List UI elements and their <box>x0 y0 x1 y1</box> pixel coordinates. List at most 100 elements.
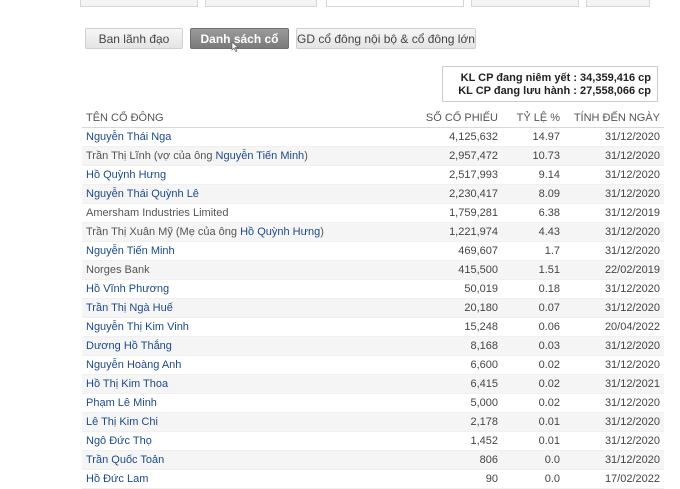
ownership-ratio: 0.18 <box>502 279 564 299</box>
ownership-ratio: 0.0 <box>502 469 564 489</box>
as-of-date: 31/12/2020 <box>564 241 664 261</box>
share-count: 2,230,417 <box>418 184 502 204</box>
ownership-ratio: 0.01 <box>502 412 564 432</box>
as-of-date: 31/12/2019 <box>564 203 664 223</box>
share-count: 2,517,993 <box>418 165 502 185</box>
table-row: Trần Quốc Toản 806 0.0 31/12/2020 <box>82 450 664 470</box>
as-of-date: 31/12/2020 <box>564 412 664 432</box>
share-count: 8,168 <box>418 336 502 356</box>
outstanding-shares-value: 27,558,066 cp <box>580 85 651 97</box>
as-of-date: 31/12/2020 <box>564 355 664 375</box>
as-of-date: 17/02/2022 <box>564 469 664 489</box>
share-count: 20,180 <box>418 298 502 318</box>
as-of-date: 31/12/2020 <box>564 336 664 356</box>
shareholders-table: TÊN CỔ ĐÔNG SỐ CỔ PHIẾU TỶ LỆ % TÍNH ĐẾN… <box>82 108 664 489</box>
share-count: 1,452 <box>418 431 502 451</box>
table-row: Hồ Đức Lam 90 0.0 17/02/2022 <box>82 469 664 489</box>
shareholder-name-link[interactable]: Hồ Quỳnh Hưng <box>86 169 166 181</box>
ownership-ratio: 6.38 <box>502 203 564 223</box>
top-tab-2[interactable] <box>205 0 317 7</box>
table-row: Dương Hồ Thắng 8,168 0.03 31/12/2020 <box>82 336 664 356</box>
table-row: Nguyễn Thị Kim Vinh 15,248 0.06 20/04/20… <box>82 317 664 337</box>
shareholder-name-link[interactable]: Trần Quốc Toản <box>86 454 164 466</box>
table-row: Trần Thị Xuân Mỹ (Mẹ của ông Hồ Quỳnh Hư… <box>82 222 664 242</box>
header-share-count: SỐ CỔ PHIẾU <box>418 108 502 128</box>
ownership-ratio: 1.7 <box>502 241 564 261</box>
top-tab-strip <box>80 0 680 8</box>
ownership-ratio: 0.01 <box>502 431 564 451</box>
table-row: Amersham Industries Limited 1,759,281 6.… <box>82 203 664 223</box>
as-of-date: 31/12/2020 <box>564 279 664 299</box>
header-as-of-date: TÍNH ĐẾN NGÀY <box>564 108 664 128</box>
as-of-date: 31/12/2020 <box>564 127 664 147</box>
share-count: 1,221,974 <box>418 222 502 242</box>
tab-gd-co-dong-noi-bo[interactable]: GD cổ đông nội bộ & cổ đông lớn <box>296 28 476 49</box>
share-summary-box: KL CP đang niêm yết : 34,359,416 cp KL C… <box>442 66 658 102</box>
as-of-date: 31/12/2020 <box>564 165 664 185</box>
ownership-ratio: 0.07 <box>502 298 564 318</box>
shareholder-name: Amersham Industries Limited <box>86 207 229 219</box>
as-of-date: 31/12/2020 <box>564 450 664 470</box>
related-person-link[interactable]: Nguyễn Tiến Minh <box>216 150 305 162</box>
shareholder-name-link[interactable]: Nguyễn Hoàng Anh <box>86 359 181 371</box>
shareholder-name-link[interactable]: Nguyễn Thái Nga <box>86 131 171 143</box>
listed-shares-value: 34,359,416 cp <box>580 72 651 84</box>
shareholder-name-link[interactable]: Dương Hồ Thắng <box>86 340 172 352</box>
top-tab-active[interactable] <box>326 0 464 7</box>
table-row: Hồ Vĩnh Phương 50,019 0.18 31/12/2020 <box>82 279 664 299</box>
share-count: 1,759,281 <box>418 203 502 223</box>
share-count: 6,600 <box>418 355 502 375</box>
as-of-date: 31/12/2020 <box>564 222 664 242</box>
share-count: 15,248 <box>418 317 502 337</box>
table-row: Ngô Đức Thọ 1,452 0.01 31/12/2020 <box>82 431 664 451</box>
shareholder-name-link[interactable]: Hồ Thị Kim Thoa <box>86 378 168 390</box>
share-count: 469,607 <box>418 241 502 261</box>
shareholder-name-link[interactable]: Nguyễn Thị Kim Vinh <box>86 321 189 333</box>
related-person-link[interactable]: Hồ Quỳnh Hưng <box>240 226 320 238</box>
share-count: 2,957,472 <box>418 146 502 166</box>
table-row: Nguyễn Tiến Minh 469,607 1.7 31/12/2020 <box>82 241 664 261</box>
table-row: Nguyễn Hoàng Anh 6,600 0.02 31/12/2020 <box>82 355 664 375</box>
ownership-ratio: 4.43 <box>502 222 564 242</box>
as-of-date: 22/02/2019 <box>564 260 664 280</box>
share-count: 2,178 <box>418 412 502 432</box>
shareholder-name-link[interactable]: Hồ Đức Lam <box>86 473 148 485</box>
share-count: 5,000 <box>418 393 502 413</box>
ownership-ratio: 0.02 <box>502 393 564 413</box>
outstanding-shares-label: KL CP đang lưu hành : <box>458 85 577 97</box>
tab-ban-lanh-dao[interactable]: Ban lãnh đạo <box>85 28 183 49</box>
shareholder-name-link[interactable]: Hồ Vĩnh Phương <box>86 283 169 295</box>
shareholder-name-prefix: Trần Thị Xuân Mỹ (Mẹ của ông <box>86 226 241 238</box>
shareholder-name-suffix: ) <box>304 150 308 162</box>
table-row: Norges Bank 415,500 1.51 22/02/2019 <box>82 260 664 280</box>
top-tab-1[interactable] <box>80 0 198 7</box>
as-of-date: 31/12/2021 <box>564 374 664 394</box>
shareholder-name-prefix: Trần Thị Lĩnh (vợ của ông <box>86 150 216 162</box>
share-count: 6,415 <box>418 374 502 394</box>
share-count: 90 <box>418 469 502 489</box>
share-count: 415,500 <box>418 260 502 280</box>
ownership-ratio: 14.97 <box>502 127 564 147</box>
as-of-date: 31/12/2020 <box>564 298 664 318</box>
table-row: Trần Thị Lĩnh (vợ của ông Nguyễn Tiến Mi… <box>82 146 664 166</box>
table-row: Hồ Quỳnh Hưng 2,517,993 9.14 31/12/2020 <box>82 165 664 185</box>
shareholder-name-link[interactable]: Ngô Đức Thọ <box>86 435 152 447</box>
ownership-ratio: 8.09 <box>502 184 564 204</box>
share-count: 806 <box>418 450 502 470</box>
shareholder-name-link[interactable]: Nguyễn Tiến Minh <box>86 245 175 257</box>
header-shareholder-name: TÊN CỔ ĐÔNG <box>82 108 418 128</box>
shareholder-name-link[interactable]: Trần Thị Ngà Huế <box>86 302 173 314</box>
ownership-ratio: 1.51 <box>502 260 564 280</box>
mouse-cursor-icon <box>231 42 239 52</box>
as-of-date: 31/12/2020 <box>564 184 664 204</box>
table-row: Nguyễn Thái Nga 4,125,632 14.97 31/12/20… <box>82 127 664 147</box>
as-of-date: 31/12/2020 <box>564 431 664 451</box>
ownership-ratio: 0.02 <box>502 355 564 375</box>
shareholder-name-link[interactable]: Nguyễn Thái Quỳnh Lê <box>86 188 199 200</box>
top-tab-4[interactable] <box>471 0 579 7</box>
table-row: Trần Thị Ngà Huế 20,180 0.07 31/12/2020 <box>82 298 664 318</box>
shareholder-name-link[interactable]: Lê Thị Kim Chi <box>86 416 158 428</box>
shareholder-name-link[interactable]: Phạm Lê Minh <box>86 397 157 409</box>
share-count: 4,125,632 <box>418 127 502 147</box>
top-tab-5[interactable] <box>586 0 650 7</box>
